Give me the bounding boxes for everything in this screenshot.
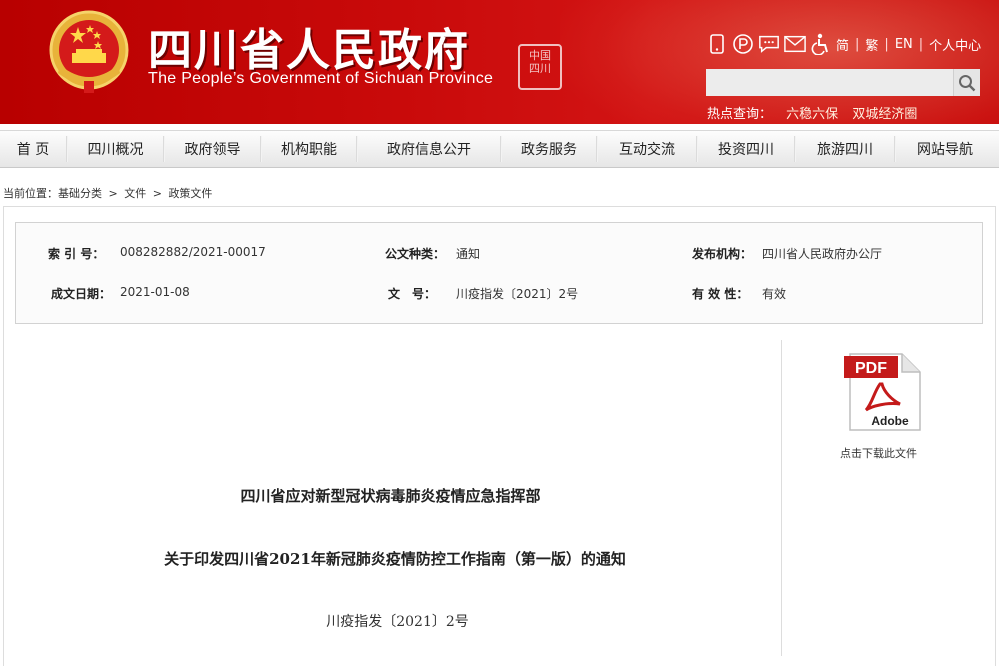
separator: | [884, 36, 889, 52]
breadcrumb: 当前位置：基础分类 > 文件 > 政策文件 [3, 185, 215, 201]
national-emblem-icon[interactable] [48, 9, 130, 95]
search-icon [959, 74, 976, 91]
search-input[interactable] [706, 69, 953, 96]
breadcrumb-separator: > [152, 187, 162, 200]
document-number-value: 川疫指发〔2021〕2号 [456, 287, 579, 301]
hot-link-twin-city[interactable]: 双城经济圈 [852, 107, 917, 122]
nav-sichuan-overview[interactable]: 四川概况 [68, 130, 163, 168]
pdf-download-icon[interactable]: PDF Adobe [844, 352, 924, 432]
main-navigation: 首 页 四川概况 政府领导 机构职能 政府信息公开 政务服务 互动交流 投资四川… [0, 130, 999, 168]
english-link[interactable]: EN [895, 37, 913, 52]
content-divider [781, 340, 782, 656]
metadata-row: 成文日期： 2021-01-08 文 号： 川疫指发〔2021〕2号 有 效 性… [16, 285, 982, 305]
hot-search: 热点查询： 六稳六保 双城经济圈 [707, 103, 927, 122]
hot-search-label: 热点查询： [707, 107, 773, 122]
search-button[interactable] [953, 69, 980, 96]
seal-logo: 中国 四川 [518, 44, 562, 90]
weibo-icon[interactable] [732, 33, 754, 55]
nav-site-map[interactable]: 网站导航 [896, 130, 994, 168]
document-number: 川疫指发〔2021〕2号 [326, 614, 469, 630]
nav-interaction[interactable]: 互动交流 [598, 130, 696, 168]
publisher-label: 发布机构： [692, 247, 753, 261]
nav-government-leaders[interactable]: 政府领导 [165, 130, 260, 168]
document-metadata: 索 引 号： 008282882/2021-00017 公文种类： 通知 发布机… [15, 222, 983, 324]
breadcrumb-item-basic-category[interactable]: 基础分类 [58, 187, 102, 200]
breadcrumb-item-documents[interactable]: 文件 [124, 187, 146, 200]
site-title[interactable]: 四川省人民政府 [148, 14, 470, 78]
document-issuer-title: 四川省应对新型冠状病毒肺炎疫情应急指挥部 [240, 487, 541, 505]
accessibility-icon[interactable] [810, 33, 832, 55]
breadcrumb-separator: > [108, 187, 118, 200]
nav-travel-sichuan[interactable]: 旅游四川 [796, 130, 894, 168]
breadcrumb-label: 当前位置： [3, 187, 58, 200]
nav-institutions[interactable]: 机构职能 [262, 130, 356, 168]
separator: | [855, 36, 860, 52]
document-number-label: 文 号： [388, 287, 437, 301]
breadcrumb-item-policy-documents[interactable]: 政策文件 [168, 187, 212, 200]
separator: | [918, 36, 924, 52]
document-type-label: 公文种类： [385, 247, 446, 261]
nav-government-services[interactable]: 政务服务 [502, 130, 596, 168]
document-type-value: 通知 [456, 247, 481, 261]
written-date-label: 成文日期： [51, 287, 112, 301]
pdf-badge-text: PDF [855, 360, 887, 377]
personal-center-link[interactable]: 个人中心 [929, 35, 981, 54]
nav-government-information[interactable]: 政府信息公开 [358, 130, 500, 168]
chat-icon[interactable] [758, 33, 780, 55]
mobile-icon[interactable] [706, 33, 728, 55]
adobe-brand-text: Adobe [871, 414, 909, 428]
nav-invest-sichuan[interactable]: 投资四川 [698, 130, 794, 168]
publisher-value: 四川省人民政府办公厅 [762, 247, 883, 261]
mail-icon[interactable] [784, 33, 806, 55]
traditional-chinese-link[interactable]: 繁 [865, 35, 878, 54]
index-number-label: 索 引 号： [48, 247, 105, 261]
site-title-english: The People’s Government of Sichuan Provi… [148, 70, 494, 87]
simplified-chinese-link[interactable]: 简 [836, 35, 849, 54]
site-search [706, 69, 980, 96]
validity-value: 有效 [762, 287, 787, 301]
validity-label: 有 效 性： [692, 287, 749, 301]
document-main-title: 关于印发四川省2021年新冠肺炎疫情防控工作指南（第一版）的通知 [164, 550, 626, 568]
header-tools: 简 | 繁 | EN | 个人中心 [706, 30, 981, 58]
index-number-value: 008282882/2021-00017 [120, 245, 266, 259]
metadata-row: 索 引 号： 008282882/2021-00017 公文种类： 通知 发布机… [16, 245, 982, 265]
site-header: 四川省人民政府 The People’s Government of Sichu… [0, 0, 999, 124]
hot-link-six-stability[interactable]: 六稳六保 [786, 107, 838, 122]
written-date-value: 2021-01-08 [120, 285, 190, 299]
download-file-link[interactable]: 点击下载此文件 [840, 445, 917, 461]
nav-home[interactable]: 首 页 [0, 130, 66, 168]
